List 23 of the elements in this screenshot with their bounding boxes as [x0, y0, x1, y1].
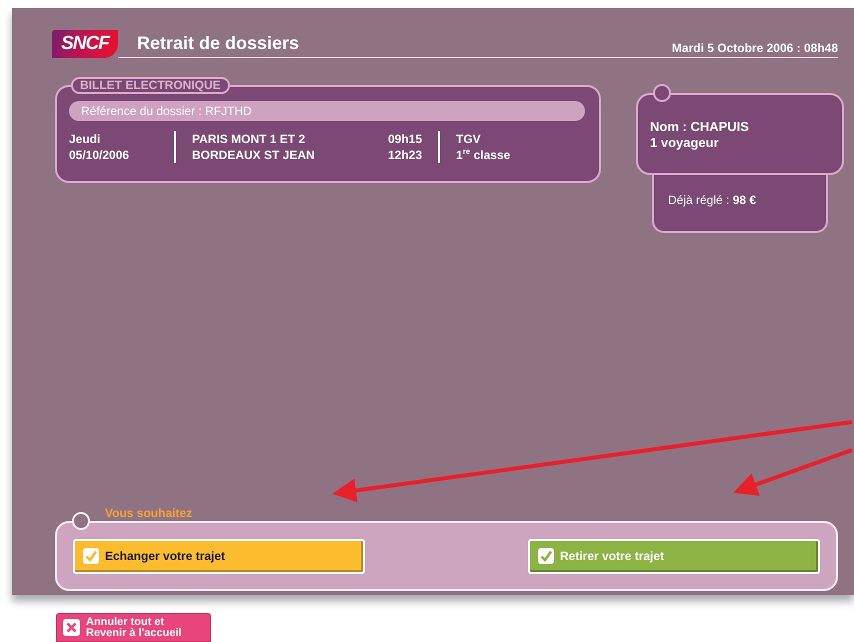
- close-icon: [63, 619, 80, 636]
- booking-reference: Référence du dossier : RFJTHD: [69, 101, 585, 121]
- checkbox-icon[interactable]: [83, 548, 99, 564]
- departure-time: 09h15: [388, 131, 422, 147]
- traveler-count: 1 voyageur: [650, 135, 720, 151]
- date-time: Mardi 5 Octobre 2006 : 08h48: [672, 41, 838, 55]
- checkbox-icon[interactable]: [538, 548, 554, 564]
- ticket-legend: BILLET ELECTRONIQUE: [71, 77, 230, 94]
- option-button[interactable]: Retirer votre trajet: [528, 538, 820, 574]
- travel-day: Jeudi: [69, 131, 174, 147]
- travel-class: 1$^{re}$ classe: [456, 147, 510, 163]
- logo: SNCF: [52, 30, 118, 58]
- amount-paid: Déjà réglé : 98 €: [668, 193, 756, 207]
- arrival-station: BORDEAUX ST JEAN: [192, 147, 316, 163]
- option-button[interactable]: Echanger votre trajet: [73, 538, 365, 574]
- cancel-button[interactable]: Annuler tout et Revenir à l'accueil: [56, 613, 211, 642]
- page-title: Retrait de dossiers: [137, 33, 300, 54]
- traveler-name: Nom : CHAPUIS: [650, 119, 750, 135]
- departure-station: PARIS MONT 1 ET 2: [192, 131, 306, 147]
- train-type: TGV: [456, 131, 482, 147]
- travel-date: 05/10/2006: [69, 147, 130, 163]
- choice-heading: Vous souhaitez: [105, 506, 192, 520]
- arrival-time: 12h23: [388, 147, 422, 163]
